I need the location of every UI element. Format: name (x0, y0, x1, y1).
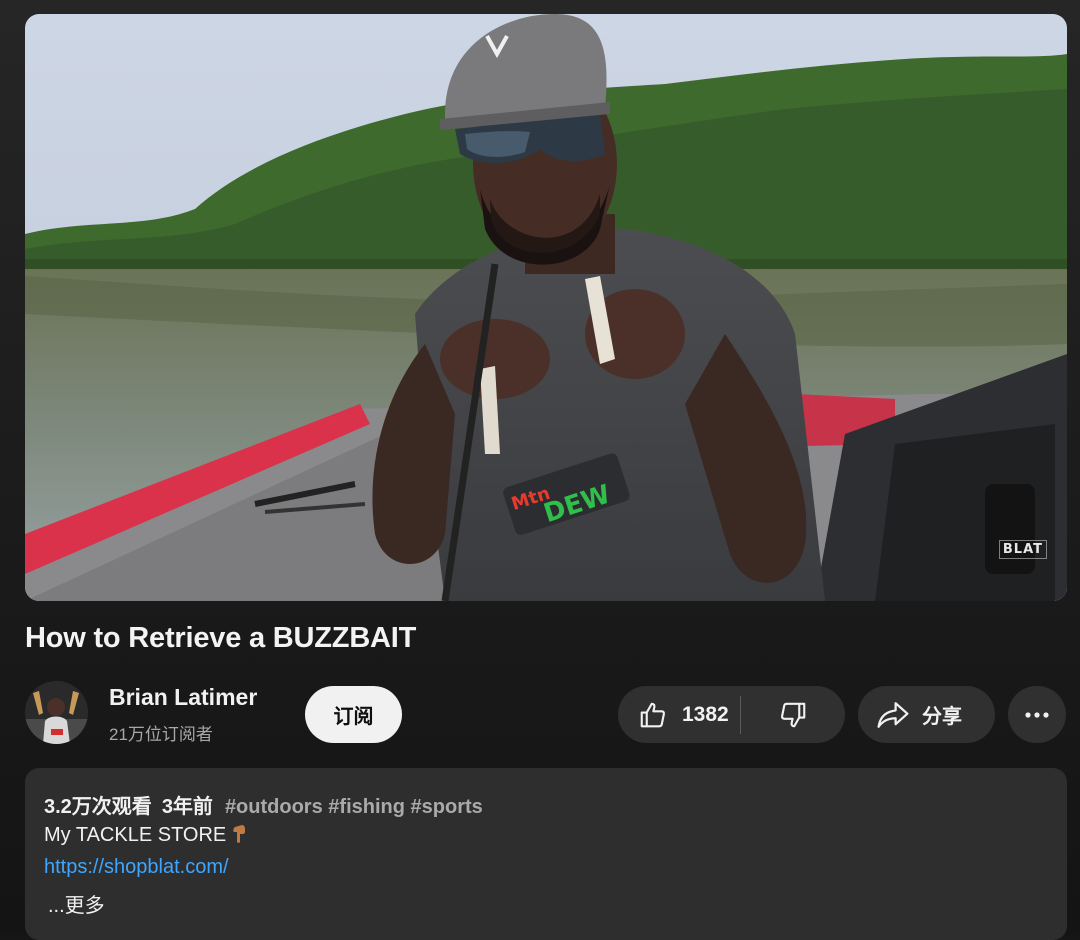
like-dislike-group: 1382 (618, 686, 845, 743)
more-dots-icon (1024, 711, 1050, 719)
channel-avatar[interactable] (25, 681, 88, 744)
like-button[interactable]: 1382 (618, 686, 740, 743)
hashtag-sports[interactable]: #sports (411, 796, 483, 818)
view-count: 3.2万次观看 (44, 796, 152, 818)
avatar-image (25, 681, 88, 744)
show-more-label[interactable]: ...更多 (48, 895, 105, 917)
hashtag-fishing[interactable]: #fishing (328, 796, 405, 818)
share-arrow-icon (876, 700, 910, 730)
thumbs-down-icon (778, 700, 808, 730)
like-count: 1382 (682, 702, 729, 726)
dislike-button[interactable] (741, 686, 845, 743)
pointing-down-hand-icon (232, 823, 246, 847)
subscribe-button[interactable]: 订阅 (305, 686, 402, 743)
description-link-line: https://shopblat.com/ (44, 856, 229, 879)
tackle-store-text: My TACKLE STORE (44, 824, 227, 846)
more-actions-button[interactable] (1008, 686, 1066, 743)
video-title: How to Retrieve a BUZZBAIT (25, 622, 417, 654)
video-frame: Mtn DEW (25, 14, 1067, 601)
thumbs-up-icon (638, 700, 668, 730)
channel-watermark: BLAT (998, 540, 1047, 559)
upload-age: 3年前 (161, 796, 213, 818)
show-more-toggle[interactable]: ...更多 (48, 889, 105, 918)
description-box[interactable]: 3.2万次观看 3年前 #outdoors #fishing #sports My … (25, 768, 1067, 940)
description-meta: 3.2万次观看 3年前 #outdoors #fishing #sports (44, 790, 483, 819)
store-link[interactable]: https://shopblat.com/ (44, 856, 229, 878)
share-label: 分享 (922, 706, 962, 728)
description-line: My TACKLE STORE (44, 823, 246, 847)
hashtag-outdoors[interactable]: #outdoors (225, 796, 323, 818)
share-button[interactable]: 分享 (858, 686, 995, 743)
video-player[interactable]: Mtn DEW BLAT (25, 14, 1067, 601)
channel-name[interactable]: Brian Latimer (109, 684, 257, 711)
subscriber-count: 21万位订阅者 (109, 725, 213, 744)
